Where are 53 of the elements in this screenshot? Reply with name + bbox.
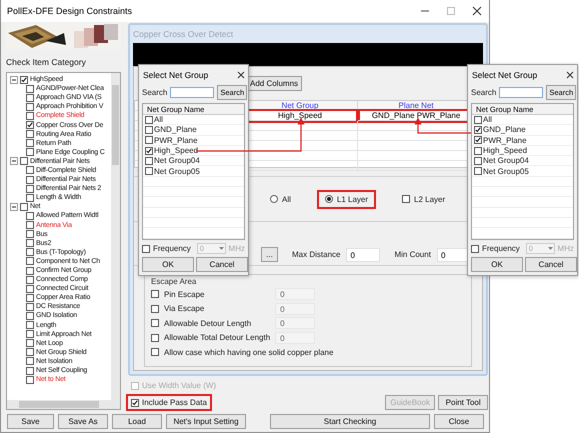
input-field[interactable]: 0 <box>346 248 380 262</box>
option-label[interactable]: Via Escape <box>164 304 204 314</box>
panel-title: Copper Cross Over Detect <box>133 28 234 41</box>
field-label: Max Distance <box>292 250 340 259</box>
net-group-item[interactable]: GND_Plane <box>154 125 197 134</box>
net-group-item[interactable]: All <box>483 115 492 124</box>
search-label: Search <box>471 88 496 96</box>
field-label: Min Count <box>394 250 431 259</box>
ok-button[interactable]: OK <box>471 257 523 272</box>
search-label: Search <box>142 88 168 96</box>
net-group-item[interactable]: Net Group05 <box>154 166 200 176</box>
net-group-item[interactable]: High_Speed <box>154 146 198 156</box>
option-label[interactable]: Pin Escape <box>164 290 204 299</box>
net-group-item[interactable]: Net Group05 <box>483 166 529 176</box>
dialog-title: Select Net Group <box>143 70 208 80</box>
option-label[interactable]: Allow case which having one solid copper plane <box>164 348 334 357</box>
unit-label: MHz <box>228 244 245 253</box>
section-heading: Check Item Category <box>6 57 87 69</box>
net-group-item[interactable]: All <box>154 115 163 124</box>
footer-button[interactable]: Save <box>7 414 54 428</box>
option-label[interactable]: Allowable Total Detour Length <box>164 333 270 342</box>
option-label[interactable]: L2 Layer <box>414 194 446 204</box>
browse-button[interactable]: ... <box>261 247 278 262</box>
window-title: PollEx-DFE Design Constraints <box>7 6 134 16</box>
net-group-item[interactable]: Net Group04 <box>154 156 200 166</box>
net-group-item[interactable]: High_Speed <box>483 146 528 156</box>
option-label[interactable]: Include Pass Data <box>142 398 207 407</box>
net-group-item[interactable]: Net Group04 <box>483 156 529 166</box>
footer-button[interactable]: Save As <box>58 414 108 428</box>
unit-label: MHz <box>558 244 574 253</box>
footer-button[interactable]: Close <box>434 414 484 428</box>
option-label[interactable]: L1 Layer <box>336 194 368 204</box>
option-label[interactable]: All <box>282 194 291 204</box>
frequency-label: Frequency <box>153 244 191 253</box>
footer-button[interactable]: Load <box>112 414 162 428</box>
net-group-item[interactable]: PWR_Plane <box>483 136 527 145</box>
dialog-title: Select Net Group <box>472 70 538 80</box>
footer-button[interactable]: Start Checking <box>270 414 430 428</box>
option-label[interactable]: Allowable Detour Length <box>164 318 252 328</box>
value-field[interactable]: 0 <box>275 317 316 330</box>
group-title: Escape Area <box>151 277 198 287</box>
frequency-label: Frequency <box>482 244 520 253</box>
value-field[interactable]: 0 <box>275 332 316 344</box>
cancel-button[interactable]: Cancel <box>196 257 248 272</box>
net-group-item[interactable]: GND_Plane <box>483 125 526 134</box>
value-field[interactable]: 0 <box>275 302 316 315</box>
ok-button[interactable]: OK <box>142 257 194 272</box>
value-field[interactable]: 0 <box>275 288 316 300</box>
point-tool-button[interactable]: Point Tool <box>438 395 488 410</box>
net-group-item[interactable]: PWR_Plane <box>154 136 198 145</box>
footer-button[interactable]: Net's Input Setting <box>166 414 246 428</box>
add-columns-button[interactable]: Add Columns <box>246 76 302 91</box>
cancel-button[interactable]: Cancel <box>525 257 577 272</box>
